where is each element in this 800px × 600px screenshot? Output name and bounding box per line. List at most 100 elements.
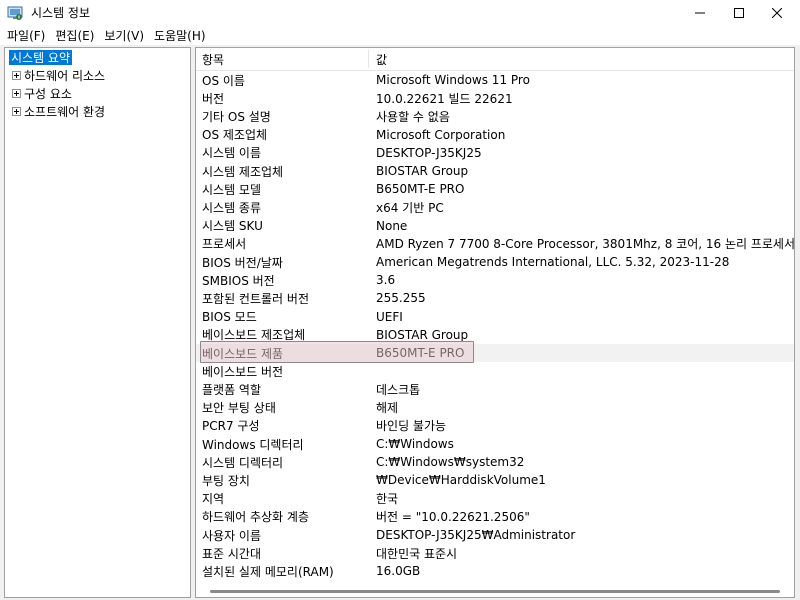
table-row[interactable]: 시스템 SKU None xyxy=(196,217,794,235)
row-item-value: Microsoft Windows 11 Pro xyxy=(376,73,530,87)
column-header-value[interactable]: 값 xyxy=(376,48,387,70)
row-item-value: DESKTOP-J35KJ25₩Administrator xyxy=(376,528,576,542)
table-row[interactable]: 베이스보드 제조업체 BIOSTAR Group xyxy=(196,326,794,344)
scrollbar-thumb[interactable] xyxy=(210,590,780,593)
menu-help[interactable]: 도움말(H) xyxy=(150,27,210,44)
row-item-value: DESKTOP-J35KJ25 xyxy=(376,145,482,160)
expand-plus-icon[interactable] xyxy=(12,70,21,80)
table-row[interactable]: OS 제조업체 Microsoft Corporation xyxy=(196,126,794,144)
table-row[interactable]: 시스템 제조업체 BIOSTAR Group xyxy=(196,162,794,180)
row-item-value: B650MT-E PRO xyxy=(376,346,465,360)
table-row[interactable]: 베이스보드 제품 B650MT-E PRO xyxy=(196,344,794,362)
table-row[interactable]: 시스템 이름 DESKTOP-J35KJ25 xyxy=(196,144,794,162)
table-row[interactable]: PCR7 구성 바인딩 불가능 xyxy=(196,417,794,435)
menu-file[interactable]: 파일(F) xyxy=(3,27,49,44)
row-item-name: 시스템 SKU xyxy=(202,219,263,234)
menu-bar: 파일(F) 편집(E) 보기(V) 도움말(H) xyxy=(0,25,800,45)
row-item-value: 한국 xyxy=(376,492,399,507)
maximize-icon xyxy=(734,7,744,18)
row-item-value: AMD Ryzen 7 7700 8-Core Processor, 3801M… xyxy=(376,237,795,252)
table-row[interactable]: 보안 부팅 상태 해제 xyxy=(196,399,794,417)
expand-plus-icon[interactable] xyxy=(12,88,21,98)
row-item-name: SMBIOS 버전 xyxy=(202,273,275,288)
title-bar: 시스템 정보 xyxy=(0,0,800,25)
table-row[interactable]: 시스템 디렉터리 C:₩Windows₩system32 xyxy=(196,453,794,471)
table-row[interactable]: 부팅 장치 ₩Device₩HarddiskVolume1 xyxy=(196,471,794,489)
list-header: 항목 값 xyxy=(196,48,794,71)
row-item-name: PCR7 구성 xyxy=(202,419,260,434)
table-row[interactable]: 하드웨어 추상화 계층 버전 = "10.0.22621.2506" xyxy=(196,508,794,526)
row-item-name: 시스템 제조업체 xyxy=(202,164,284,179)
tree-item-hardware-resources[interactable]: 하드웨어 리소스 xyxy=(5,66,105,84)
column-divider[interactable] xyxy=(368,50,369,68)
tree-item-software-environment[interactable]: 소프트웨어 환경 xyxy=(5,102,105,120)
row-item-name: 시스템 디렉터리 xyxy=(202,455,284,470)
table-row[interactable]: 플랫폼 역할 데스크톱 xyxy=(196,380,794,398)
horizontal-scrollbar[interactable] xyxy=(196,585,794,597)
tree-item-label: 구성 요소 xyxy=(24,86,72,101)
table-row[interactable]: 프로세서 AMD Ryzen 7 7700 8-Core Processor, 3… xyxy=(196,235,794,253)
table-row[interactable]: 기타 OS 설명 사용할 수 없음 xyxy=(196,107,794,125)
row-item-name: 프로세서 xyxy=(202,237,247,252)
table-row[interactable]: Windows 디렉터리 C:₩Windows xyxy=(196,435,794,453)
row-item-name: 베이스보드 제품 xyxy=(202,346,284,361)
row-item-name: 보안 부팅 상태 xyxy=(202,401,276,416)
table-row[interactable]: 포함된 컨트롤러 버전 255.255 xyxy=(196,289,794,307)
row-item-value: Microsoft Corporation xyxy=(376,127,506,142)
details-list: 항목 값 OS 이름 Microsoft Windows 11 Pro 버전 10.0… xyxy=(195,47,795,598)
table-row[interactable]: BIOS 버전/날짜 American Megatrends Internatio… xyxy=(196,253,794,271)
expand-plus-icon[interactable] xyxy=(12,106,21,116)
minimize-button[interactable] xyxy=(682,0,718,25)
row-item-value: American Megatrends International, LLC. … xyxy=(376,255,730,269)
row-item-name: 시스템 종류 xyxy=(202,200,262,215)
table-row[interactable]: 표준 시간대 대한민국 표준시 xyxy=(196,544,794,562)
table-row[interactable]: 설치된 실제 메모리(RAM) 16.0GB xyxy=(196,562,794,580)
menu-edit[interactable]: 편집(E) xyxy=(51,27,98,44)
row-item-name: 포함된 컨트롤러 버전 xyxy=(202,291,309,306)
table-row[interactable]: 시스템 종류 x64 기반 PC xyxy=(196,198,794,216)
menu-view[interactable]: 보기(V) xyxy=(100,27,148,44)
table-row[interactable]: 시스템 모델 B650MT-E PRO xyxy=(196,180,794,198)
tree-item-label: 소프트웨어 환경 xyxy=(24,104,106,119)
row-item-value: C:₩Windows xyxy=(376,437,454,451)
row-item-name: 기타 OS 설명 xyxy=(202,109,271,124)
row-item-value: None xyxy=(376,218,408,233)
row-item-name: 플랫폼 역할 xyxy=(202,382,262,397)
row-item-value: 대한민국 표준시 xyxy=(376,546,458,561)
row-item-name: 지역 xyxy=(202,492,225,507)
system-info-app-icon xyxy=(7,6,23,20)
row-item-name: Windows 디렉터리 xyxy=(202,437,304,452)
row-item-value: 데스크톱 xyxy=(376,382,421,397)
row-item-name: OS 이름 xyxy=(202,73,245,88)
row-item-value: 10.0.22621 빌드 22621 xyxy=(376,91,513,106)
maximize-button[interactable] xyxy=(721,0,757,25)
column-header-item[interactable]: 항목 xyxy=(202,48,224,70)
row-item-value: 바인딩 불가능 xyxy=(376,419,447,434)
row-item-name: 설치된 실제 메모리(RAM) xyxy=(202,564,334,579)
table-row[interactable]: SMBIOS 버전 3.6 xyxy=(196,271,794,289)
table-row[interactable]: 베이스보드 버전 xyxy=(196,362,794,380)
table-row[interactable]: 지역 한국 xyxy=(196,490,794,508)
close-icon xyxy=(772,7,782,18)
tree-item-label: 하드웨어 리소스 xyxy=(24,68,106,83)
tree-item-system-summary[interactable]: 시스템 요약 xyxy=(9,50,73,65)
window-title: 시스템 정보 xyxy=(31,6,91,20)
row-item-value: 3.6 xyxy=(376,273,396,288)
table-row[interactable]: OS 이름 Microsoft Windows 11 Pro xyxy=(196,71,794,89)
row-item-value: ₩Device₩HarddiskVolume1 xyxy=(376,473,546,488)
table-row[interactable]: BIOS 모드 UEFI xyxy=(196,308,794,326)
table-row[interactable]: 사용자 이름 DESKTOP-J35KJ25₩Administrator xyxy=(196,526,794,544)
category-tree: 시스템 요약 하드웨어 리소스 구성 요소 소프트웨어 환경 xyxy=(4,47,191,598)
table-row[interactable]: 버전 10.0.22621 빌드 22621 xyxy=(196,89,794,107)
row-item-name: BIOS 모드 xyxy=(202,310,257,325)
tree-item-components[interactable]: 구성 요소 xyxy=(5,84,72,102)
minimize-icon xyxy=(695,12,705,13)
row-item-name: 부팅 장치 xyxy=(202,473,250,488)
row-item-value: BIOSTAR Group xyxy=(376,327,469,342)
row-item-value: 버전 = "10.0.22621.2506" xyxy=(376,510,530,525)
row-item-name: 버전 xyxy=(202,91,225,106)
row-item-value: 해제 xyxy=(376,401,399,416)
close-button[interactable] xyxy=(759,0,795,25)
row-item-name: 시스템 이름 xyxy=(202,146,262,161)
row-item-value: C:₩Windows₩system32 xyxy=(376,455,525,470)
